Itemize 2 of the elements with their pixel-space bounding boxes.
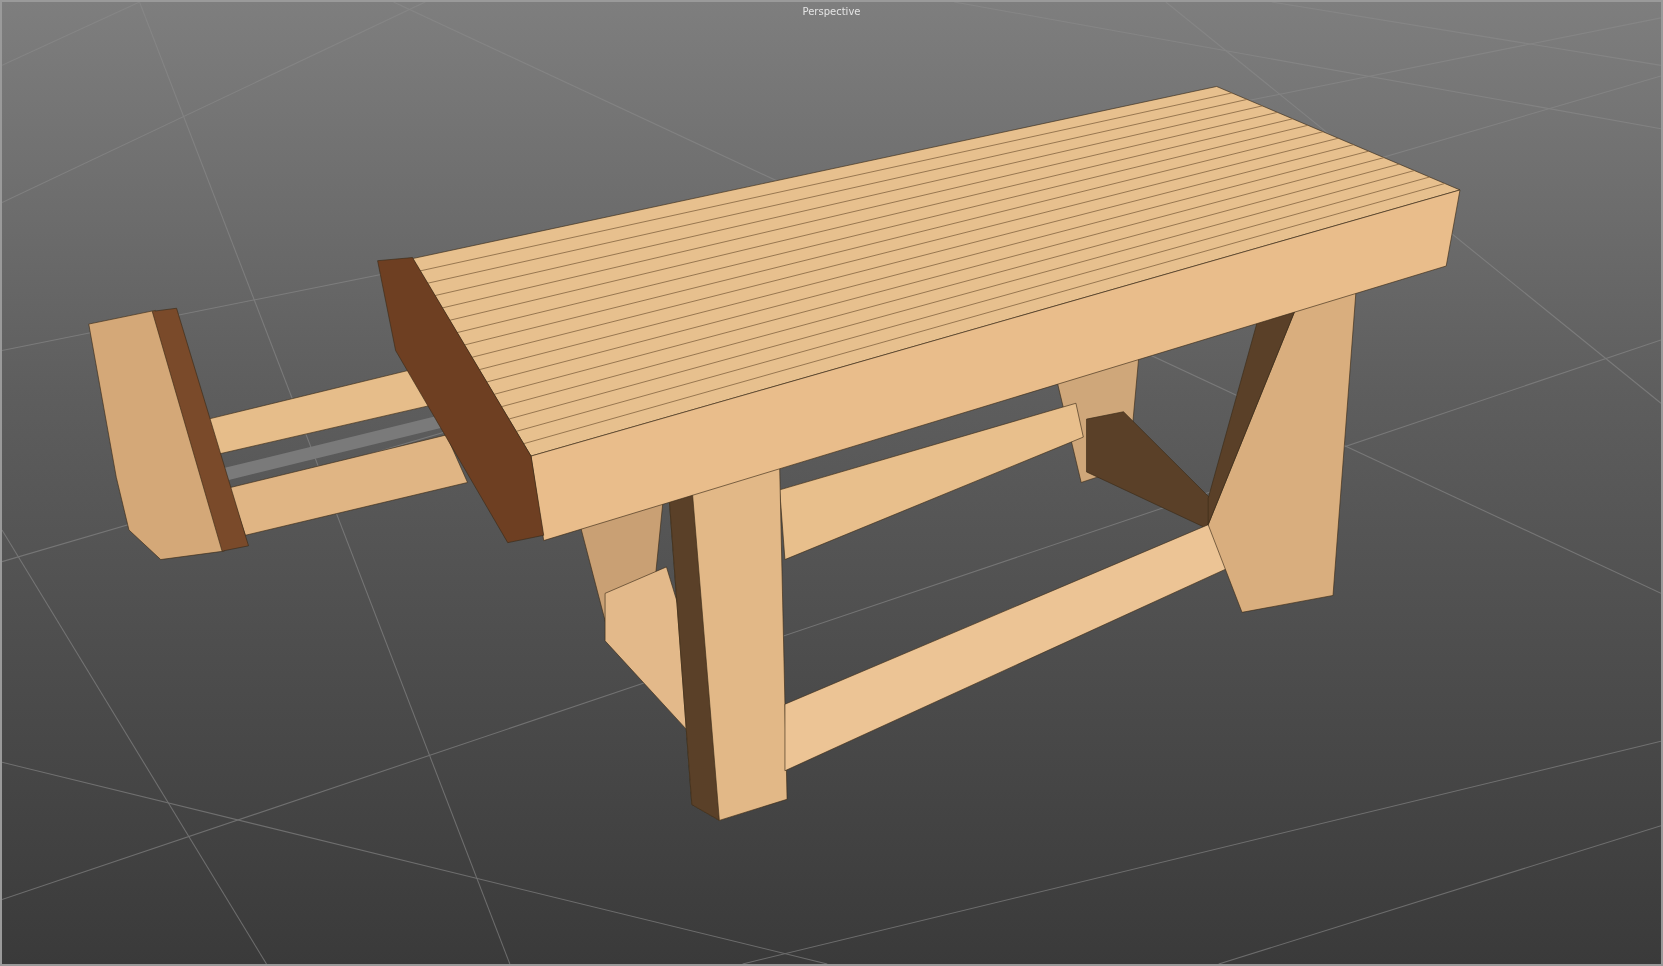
viewport-title: Perspective bbox=[802, 6, 861, 17]
viewport[interactable]: Perspective bbox=[0, 0, 1663, 966]
